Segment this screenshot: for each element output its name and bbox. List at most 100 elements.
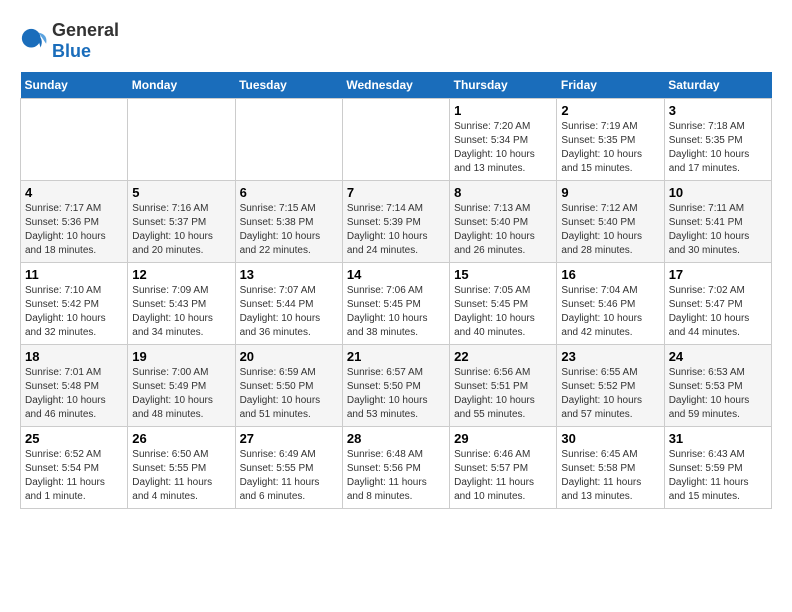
logo-general: General [52,20,119,40]
calendar-cell: 1 Sunrise: 7:20 AM Sunset: 5:34 PM Daylig… [450,99,557,181]
calendar-cell: 14 Sunrise: 7:06 AM Sunset: 5:45 PM Dayli… [342,263,449,345]
day-info: Sunrise: 7:06 AM Sunset: 5:45 PM Dayligh… [347,284,445,340]
day-number: 2 [561,103,659,118]
day-number: 30 [561,431,659,446]
day-info: Sunrise: 7:11 AM Sunset: 5:41 PM Dayligh… [669,202,767,258]
calendar-cell: 5 Sunrise: 7:16 AM Sunset: 5:37 PM Daylig… [128,181,235,263]
logo-icon [20,27,48,55]
calendar-cell: 15Sunrise: 7:05 AM Sunset: 5:45 PM Dayli… [450,263,557,345]
day-info: Sunrise: 7:20 AM Sunset: 5:34 PM Dayligh… [454,120,552,176]
calendar-cell: 10 Sunrise: 7:11 AM Sunset: 5:41 PM Dayli… [664,181,771,263]
calendar-cell: 9Sunrise: 7:12 AM Sunset: 5:40 PM Daylig… [557,181,664,263]
calendar-cell: 27 Sunrise: 6:49 AM Sunset: 5:55 PM Dayli… [235,427,342,509]
day-number: 29 [454,431,552,446]
calendar-cell: 24 Sunrise: 6:53 AM Sunset: 5:53 PM Dayli… [664,345,771,427]
day-info: Sunrise: 6:46 AM Sunset: 5:57 PM Dayligh… [454,448,552,504]
day-info: Sunrise: 7:19 AM Sunset: 5:35 PM Dayligh… [561,120,659,176]
day-number: 21 [347,349,445,364]
day-info: Sunrise: 7:17 AM Sunset: 5:36 PM Dayligh… [25,202,123,258]
day-number: 18 [25,349,123,364]
day-info: Sunrise: 7:07 AM Sunset: 5:44 PM Dayligh… [240,284,338,340]
header-friday: Friday [557,72,664,99]
calendar-cell: 25 Sunrise: 6:52 AM Sunset: 5:54 PM Dayli… [21,427,128,509]
calendar-cell: 4 Sunrise: 7:17 AM Sunset: 5:36 PM Daylig… [21,181,128,263]
day-number: 31 [669,431,767,446]
day-info: Sunrise: 7:10 AM Sunset: 5:42 PM Dayligh… [25,284,123,340]
day-number: 17 [669,267,767,282]
calendar-week-1: 1 Sunrise: 7:20 AM Sunset: 5:34 PM Daylig… [21,99,772,181]
day-info: Sunrise: 6:53 AM Sunset: 5:53 PM Dayligh… [669,366,767,422]
day-info: Sunrise: 7:15 AM Sunset: 5:38 PM Dayligh… [240,202,338,258]
calendar-cell: 30 Sunrise: 6:45 AM Sunset: 5:58 PM Dayli… [557,427,664,509]
day-number: 23 [561,349,659,364]
logo-blue: Blue [52,41,91,61]
header-thursday: Thursday [450,72,557,99]
day-info: Sunrise: 6:59 AM Sunset: 5:50 PM Dayligh… [240,366,338,422]
day-info: Sunrise: 7:13 AM Sunset: 5:40 PM Dayligh… [454,202,552,258]
calendar-cell: 12Sunrise: 7:09 AM Sunset: 5:43 PM Dayli… [128,263,235,345]
day-number: 4 [25,185,123,200]
calendar-cell [21,99,128,181]
day-number: 7 [347,185,445,200]
calendar-week-3: 11Sunrise: 7:10 AM Sunset: 5:42 PM Dayli… [21,263,772,345]
header-tuesday: Tuesday [235,72,342,99]
day-number: 25 [25,431,123,446]
page-header: General Blue [20,20,772,62]
day-number: 8 [454,185,552,200]
calendar-week-5: 25 Sunrise: 6:52 AM Sunset: 5:54 PM Dayli… [21,427,772,509]
calendar-table: SundayMondayTuesdayWednesdayThursdayFrid… [20,72,772,509]
calendar-cell: 7Sunrise: 7:14 AM Sunset: 5:39 PM Daylig… [342,181,449,263]
day-info: Sunrise: 7:02 AM Sunset: 5:47 PM Dayligh… [669,284,767,340]
day-number: 1 [454,103,552,118]
day-info: Sunrise: 7:12 AM Sunset: 5:40 PM Dayligh… [561,202,659,258]
header-saturday: Saturday [664,72,771,99]
calendar-cell: 19 Sunrise: 7:00 AM Sunset: 5:49 PM Dayli… [128,345,235,427]
header-wednesday: Wednesday [342,72,449,99]
day-number: 22 [454,349,552,364]
day-number: 26 [132,431,230,446]
calendar-cell: 8 Sunrise: 7:13 AM Sunset: 5:40 PM Daylig… [450,181,557,263]
day-number: 16 [561,267,659,282]
calendar-cell: 23 Sunrise: 6:55 AM Sunset: 5:52 PM Dayli… [557,345,664,427]
calendar-cell: 13 Sunrise: 7:07 AM Sunset: 5:44 PM Dayli… [235,263,342,345]
calendar-cell: 11Sunrise: 7:10 AM Sunset: 5:42 PM Dayli… [21,263,128,345]
calendar-week-2: 4 Sunrise: 7:17 AM Sunset: 5:36 PM Daylig… [21,181,772,263]
calendar-cell: 20 Sunrise: 6:59 AM Sunset: 5:50 PM Dayli… [235,345,342,427]
calendar-cell: 6Sunrise: 7:15 AM Sunset: 5:38 PM Daylig… [235,181,342,263]
day-number: 5 [132,185,230,200]
calendar-cell: 16 Sunrise: 7:04 AM Sunset: 5:46 PM Dayli… [557,263,664,345]
day-info: Sunrise: 7:04 AM Sunset: 5:46 PM Dayligh… [561,284,659,340]
day-number: 14 [347,267,445,282]
day-info: Sunrise: 7:00 AM Sunset: 5:49 PM Dayligh… [132,366,230,422]
day-number: 24 [669,349,767,364]
calendar-cell: 31 Sunrise: 6:43 AM Sunset: 5:59 PM Dayli… [664,427,771,509]
day-number: 19 [132,349,230,364]
calendar-week-4: 18Sunrise: 7:01 AM Sunset: 5:48 PM Dayli… [21,345,772,427]
logo-text: General Blue [52,20,119,62]
day-number: 10 [669,185,767,200]
calendar-cell: 17 Sunrise: 7:02 AM Sunset: 5:47 PM Dayli… [664,263,771,345]
day-number: 27 [240,431,338,446]
day-info: Sunrise: 6:49 AM Sunset: 5:55 PM Dayligh… [240,448,338,504]
day-info: Sunrise: 6:45 AM Sunset: 5:58 PM Dayligh… [561,448,659,504]
header-sunday: Sunday [21,72,128,99]
calendar-cell [235,99,342,181]
header-monday: Monday [128,72,235,99]
calendar-header-row: SundayMondayTuesdayWednesdayThursdayFrid… [21,72,772,99]
day-number: 20 [240,349,338,364]
calendar-cell: 18Sunrise: 7:01 AM Sunset: 5:48 PM Dayli… [21,345,128,427]
calendar-cell [342,99,449,181]
day-number: 13 [240,267,338,282]
day-info: Sunrise: 7:05 AM Sunset: 5:45 PM Dayligh… [454,284,552,340]
day-info: Sunrise: 7:18 AM Sunset: 5:35 PM Dayligh… [669,120,767,176]
day-info: Sunrise: 6:52 AM Sunset: 5:54 PM Dayligh… [25,448,123,504]
calendar-cell: 21Sunrise: 6:57 AM Sunset: 5:50 PM Dayli… [342,345,449,427]
day-info: Sunrise: 6:56 AM Sunset: 5:51 PM Dayligh… [454,366,552,422]
calendar-cell [128,99,235,181]
day-info: Sunrise: 7:16 AM Sunset: 5:37 PM Dayligh… [132,202,230,258]
calendar-cell: 29 Sunrise: 6:46 AM Sunset: 5:57 PM Dayli… [450,427,557,509]
day-info: Sunrise: 6:55 AM Sunset: 5:52 PM Dayligh… [561,366,659,422]
day-info: Sunrise: 6:43 AM Sunset: 5:59 PM Dayligh… [669,448,767,504]
day-number: 12 [132,267,230,282]
logo: General Blue [20,20,119,62]
